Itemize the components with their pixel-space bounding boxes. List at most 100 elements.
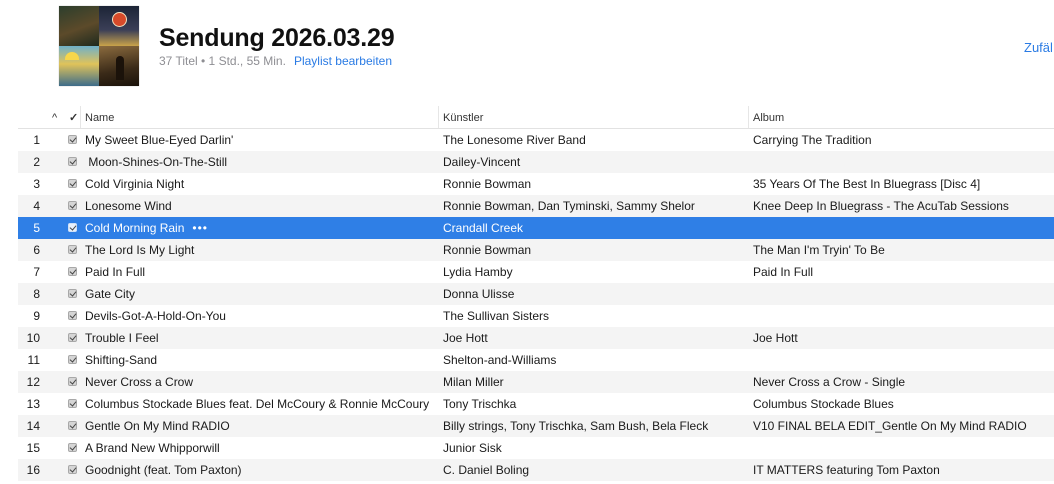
checkmark-icon <box>68 421 77 430</box>
track-album <box>753 151 1053 173</box>
column-header-name[interactable]: Name <box>85 106 114 128</box>
track-artist: Tony Trischka <box>443 397 517 411</box>
track-album: The Man I'm Tryin' To Be <box>753 243 885 257</box>
track-album: IT MATTERS featuring Tom Paxton <box>753 463 940 477</box>
track-name: Cold Morning Rain ••• <box>85 217 437 239</box>
checkmark-icon <box>68 465 77 474</box>
track-artist: Dailey-Vincent <box>443 155 521 169</box>
track-checkbox[interactable] <box>68 195 78 217</box>
track-number: 1 <box>33 133 40 147</box>
track-checkbox[interactable] <box>68 459 78 481</box>
checkmark-icon <box>68 311 77 320</box>
table-row[interactable]: 13 Columbus Stockade Blues feat. Del McCo… <box>18 393 1054 415</box>
table-row[interactable]: 16 Goodnight (feat. Tom Paxton) C. Daniel … <box>18 459 1054 481</box>
table-header: ^ ✓ Name Künstler Album <box>18 106 1054 129</box>
table-row[interactable]: 12 Never Cross a Crow Milan Miller Never Cr… <box>18 371 1054 393</box>
column-header-artist[interactable]: Künstler <box>443 106 483 128</box>
track-artist: Ronnie Bowman <box>443 243 532 257</box>
sun-icon <box>65 52 79 60</box>
checkmark-icon <box>68 157 77 166</box>
table-row[interactable]: 1 My Sweet Blue-Eyed Darlin' The Lonesome … <box>18 129 1054 151</box>
checkmark-icon <box>68 179 77 188</box>
edit-playlist-link[interactable]: Playlist bearbeiten <box>294 54 392 68</box>
track-number: 7 <box>33 265 40 279</box>
track-checkbox[interactable] <box>68 393 78 415</box>
track-name: Never Cross a Crow <box>85 371 437 393</box>
track-checkbox[interactable] <box>68 173 78 195</box>
track-album <box>753 305 1053 327</box>
track-album <box>753 349 1053 371</box>
track-name: Gentle On My Mind RADIO <box>85 415 437 437</box>
shuffle-button[interactable]: Zufäl <box>1024 40 1053 55</box>
track-number: 12 <box>26 375 40 389</box>
track-checkbox[interactable] <box>68 327 78 349</box>
album-cover-2 <box>99 6 139 46</box>
track-name: A Brand New Whipporwill <box>85 437 437 459</box>
track-checkbox[interactable] <box>68 239 78 261</box>
table-row[interactable]: 10 Trouble I Feel Joe Hott Joe Hott <box>18 327 1054 349</box>
table-row[interactable]: 14 Gentle On My Mind RADIO Billy strings, … <box>18 415 1054 437</box>
track-name: Lonesome Wind <box>85 195 437 217</box>
track-number: 9 <box>33 309 40 323</box>
checkmark-icon <box>68 267 77 276</box>
track-album: Paid In Full <box>753 265 814 279</box>
table-row[interactable]: 7 Paid In Full Lydia Hamby Paid In Full <box>18 261 1054 283</box>
checkmark-icon <box>68 399 77 408</box>
table-row[interactable]: 3 Cold Virginia Night Ronnie Bowman 35 Year… <box>18 173 1054 195</box>
track-name-text: Columbus Stockade Blues feat. Del McCour… <box>85 397 430 411</box>
track-name: The Lord Is My Light <box>85 239 437 261</box>
checkmark-icon <box>68 135 77 144</box>
track-table: ^ ✓ Name Künstler Album 1 My Sweet Blue-E… <box>18 106 1054 481</box>
track-checkbox[interactable] <box>68 283 78 305</box>
table-row[interactable]: 4 Lonesome Wind Ronnie Bowman, Dan Tyminsk… <box>18 195 1054 217</box>
table-row[interactable]: 6 The Lord Is My Light Ronnie Bowman The Ma… <box>18 239 1054 261</box>
track-album <box>753 283 1053 305</box>
track-artist: The Lonesome River Band <box>443 133 586 147</box>
table-row[interactable]: 8 Gate City Donna Ulisse <box>18 283 1054 305</box>
more-options-icon[interactable]: ••• <box>192 221 208 235</box>
checkmark-icon <box>68 443 77 452</box>
checkmark-icon <box>68 289 77 298</box>
track-name-text: The Lord Is My Light <box>85 243 195 257</box>
track-number: 4 <box>33 199 40 213</box>
track-artist: Ronnie Bowman, Dan Tyminski, Sammy Shelo… <box>443 199 695 213</box>
track-artist: Ronnie Bowman <box>443 177 532 191</box>
checkmark-icon <box>68 223 77 232</box>
track-number: 13 <box>26 397 40 411</box>
track-checkbox[interactable] <box>68 217 78 239</box>
track-checkbox[interactable] <box>68 437 78 459</box>
track-checkbox[interactable] <box>68 129 78 151</box>
track-checkbox[interactable] <box>68 371 78 393</box>
table-row[interactable]: 5 Cold Morning Rain ••• Crandall Creek <box>18 217 1054 239</box>
track-artist: Crandall Creek <box>443 221 524 235</box>
track-checkbox[interactable] <box>68 151 78 173</box>
track-album: Columbus Stockade Blues <box>753 397 894 411</box>
column-header-album[interactable]: Album <box>753 106 784 128</box>
track-checkbox[interactable] <box>68 261 78 283</box>
track-name-text: A Brand New Whipporwill <box>85 441 220 455</box>
track-name: Devils-Got-A-Hold-On-You <box>85 305 437 327</box>
album-cover-3 <box>59 46 99 86</box>
track-name-text: Cold Virginia Night <box>85 177 185 191</box>
playlist-artwork <box>59 6 139 86</box>
column-header-check[interactable]: ✓ <box>69 106 78 128</box>
table-row[interactable]: 2 Moon-Shines-On-The-Still Dailey-Vincent <box>18 151 1054 173</box>
sort-indicator-icon[interactable]: ^ <box>52 106 57 128</box>
track-name: Moon-Shines-On-The-Still <box>85 151 437 173</box>
track-name-text: My Sweet Blue-Eyed Darlin' <box>85 133 234 147</box>
track-name: Trouble I Feel <box>85 327 437 349</box>
track-checkbox[interactable] <box>68 349 78 371</box>
playlist-meta: 37 Titel • 1 Std., 55 Min. Playlist bearb… <box>159 54 392 68</box>
column-divider <box>438 106 439 128</box>
table-row[interactable]: 9 Devils-Got-A-Hold-On-You The Sullivan Si… <box>18 305 1054 327</box>
playlist-stats: 37 Titel • 1 Std., 55 Min. <box>159 54 286 68</box>
track-name-text: Moon-Shines-On-The-Still <box>85 155 228 169</box>
track-checkbox[interactable] <box>68 415 78 437</box>
table-row[interactable]: 15 A Brand New Whipporwill Junior Sisk <box>18 437 1054 459</box>
figure-icon <box>116 56 124 80</box>
checkmark-icon <box>68 355 77 364</box>
track-name-text: Cold Morning Rain <box>85 221 185 235</box>
table-row[interactable]: 11 Shifting-Sand Shelton-and-Williams <box>18 349 1054 371</box>
track-number: 11 <box>27 353 40 367</box>
track-checkbox[interactable] <box>68 305 78 327</box>
